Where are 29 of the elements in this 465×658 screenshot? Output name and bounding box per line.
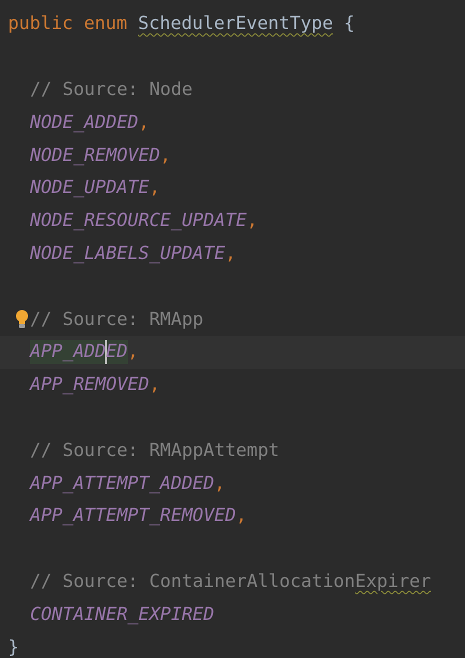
comma: , (138, 110, 150, 135)
enum-constant: NODE_UPDATE (30, 176, 150, 200)
enum-constant: APP_ATTEMPT_REMOVED (30, 504, 236, 528)
comma: , (128, 340, 138, 364)
enum-constant: APP_ATTEMPT_ADDED (30, 472, 214, 496)
lightbulb-icon[interactable] (15, 309, 29, 330)
comma: , (236, 504, 247, 528)
enum-constant: NODE_ADDED (30, 110, 138, 135)
class-name: SchedulerEventType (138, 12, 334, 36)
code-comment: // Source: RMAppAttempt (30, 438, 280, 463)
code-comment: // Source: ContainerAllocation (30, 570, 356, 594)
enum-constant: NODE_REMOVED (30, 144, 160, 168)
comma: , (214, 472, 226, 496)
brace: } (8, 636, 19, 658)
comma: , (246, 209, 258, 234)
comma: , (149, 176, 160, 200)
comma: , (225, 242, 236, 266)
code-comment: // Source: RMApp (30, 308, 204, 332)
enum-constant: NODE_RESOURCE_UPDATE (30, 209, 247, 234)
code-comment: // Source: Node (30, 78, 193, 102)
code-keyword: public (8, 12, 74, 36)
brace: { (344, 12, 355, 36)
enum-constant: CONTAINER_EXPIRED (30, 602, 214, 627)
comma: , (160, 144, 171, 168)
comma: , (149, 373, 160, 398)
enum-constant: NODE_LABELS_UPDATE (30, 242, 226, 266)
code-keyword: enum (84, 12, 128, 36)
enum-constant: APP_REMOVED (30, 373, 150, 398)
code-comment: Expirer (355, 570, 431, 594)
